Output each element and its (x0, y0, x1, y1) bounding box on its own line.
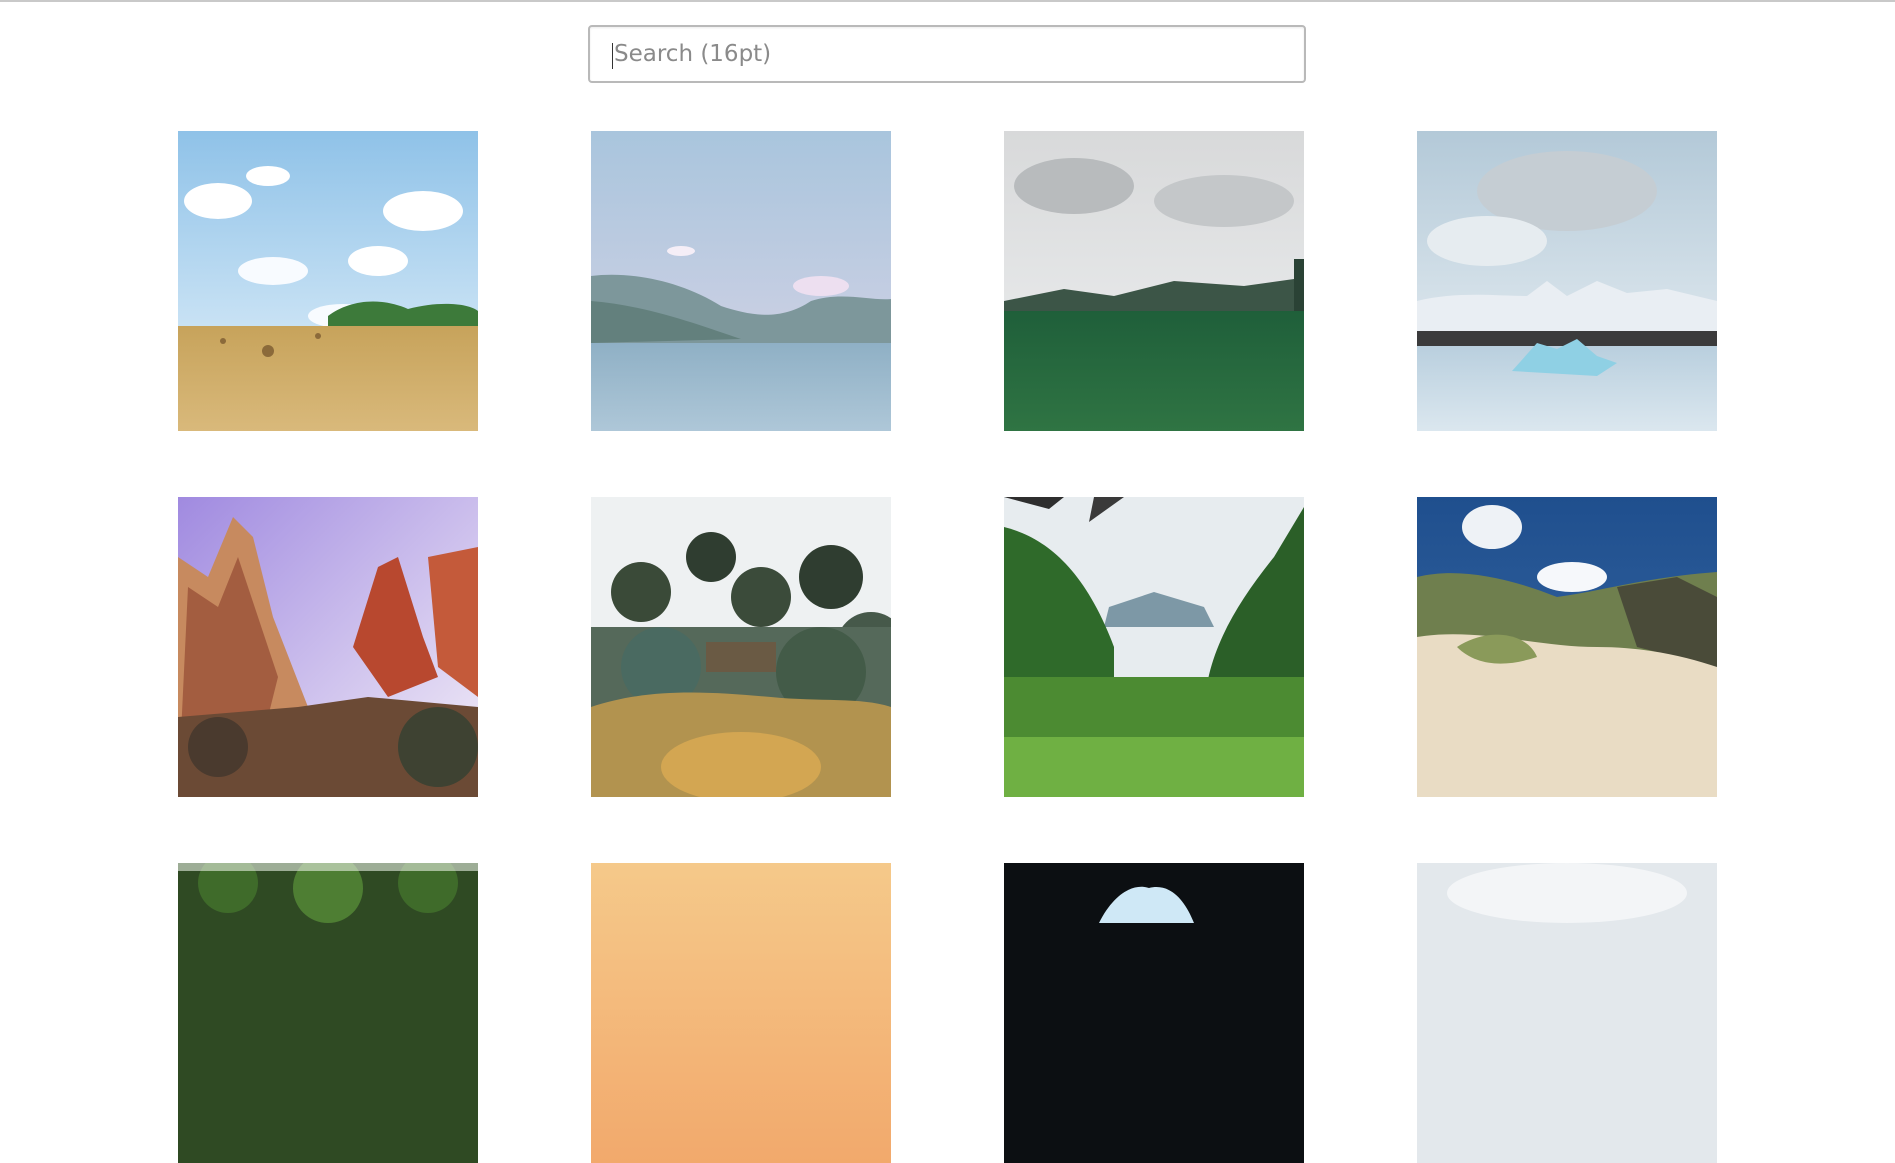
gallery-image-cloudy-sky[interactable] (1417, 863, 1717, 1163)
cloudy-sky-image (1417, 863, 1717, 1163)
forest-canopy-image (178, 863, 478, 1163)
gallery-image-green-meadow[interactable] (1004, 131, 1304, 431)
gallery-image-garden-trees[interactable] (591, 497, 891, 797)
gallery-image-warm-sunset[interactable] (591, 863, 891, 1163)
gallery-image-sand-dunes[interactable] (1417, 497, 1717, 797)
gallery-image-mountain-lake[interactable] (591, 131, 891, 431)
hay-field-image (178, 131, 478, 431)
image-gallery (0, 0, 1895, 1163)
gallery-image-hay-field[interactable] (178, 131, 478, 431)
garden-trees-image (591, 497, 891, 797)
sand-dunes-image (1417, 497, 1717, 797)
mountain-lake-image (591, 131, 891, 431)
green-valley-image (1004, 497, 1304, 797)
red-rock-canyon-image (178, 497, 478, 797)
gallery-image-forest-canopy[interactable] (178, 863, 478, 1163)
gallery-image-iceberg-lagoon[interactable] (1417, 131, 1717, 431)
ice-cave-image (1004, 863, 1304, 1163)
iceberg-lagoon-image (1417, 131, 1717, 431)
gallery-image-red-rock-canyon[interactable] (178, 497, 478, 797)
gallery-image-green-valley[interactable] (1004, 497, 1304, 797)
warm-sunset-image (591, 863, 891, 1163)
gallery-image-ice-cave[interactable] (1004, 863, 1304, 1163)
green-meadow-image (1004, 131, 1304, 431)
